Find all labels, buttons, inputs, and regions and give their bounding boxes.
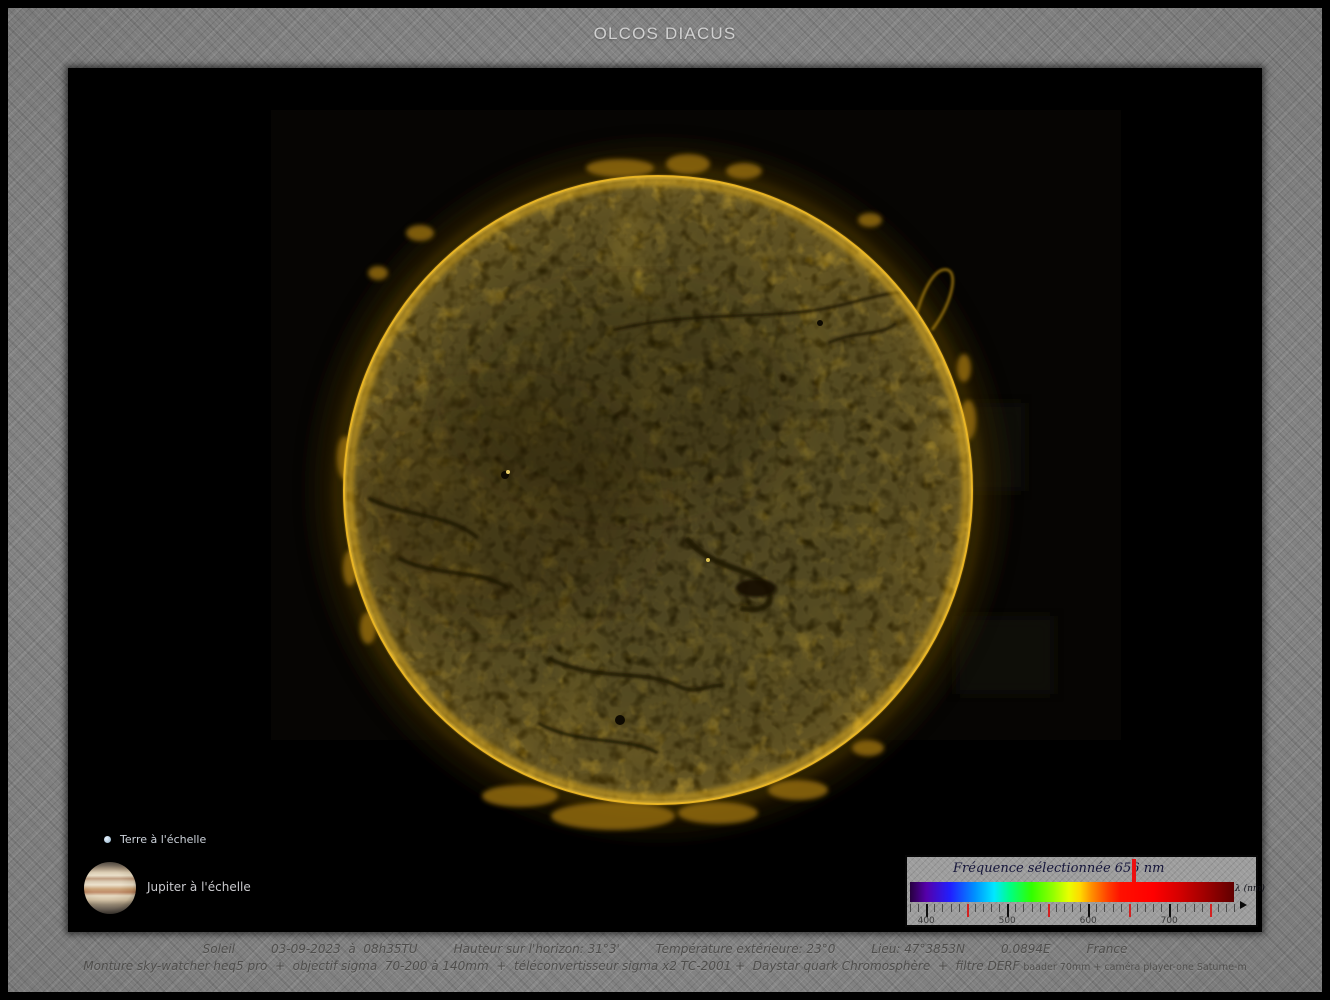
wavelength-axis-label: λ (nm) — [1235, 884, 1265, 894]
wavelength-tick — [1023, 904, 1025, 912]
earth-scale-dot — [104, 836, 111, 843]
photo-frame: OLCOS DIACUS Terre à l'échelle Jupiter à… — [8, 8, 1322, 992]
wavelength-tick — [1063, 904, 1065, 912]
wavelength-tick — [910, 904, 911, 912]
caption-segment: Soleil — [202, 942, 235, 956]
caption: Soleil 03-09-2023 à 08h35TU Hauteur sur l'… — [8, 942, 1322, 973]
wavelength-tick — [958, 904, 960, 912]
wavelength-tick — [1104, 904, 1106, 912]
wavelength-tick — [1031, 904, 1033, 912]
wavelength-tick — [1193, 904, 1195, 912]
wavelength-tick — [1201, 904, 1203, 912]
caption-segment: Lieu: 47°3853N — [871, 942, 965, 956]
wavelength-tick — [1072, 904, 1073, 912]
caption-line2: Monture sky-watcher heq5 pro + objectif … — [8, 959, 1322, 973]
sun-image — [271, 110, 1121, 830]
wavelength-tick — [942, 904, 944, 912]
wavelength-tick — [966, 904, 969, 917]
wavelength-tick — [999, 904, 1001, 912]
wavelength-tick — [1055, 904, 1057, 912]
jupiter-scale-label: Jupiter à l'échelle — [147, 880, 251, 894]
wavelength-tick-label: 400 — [917, 916, 935, 926]
wavelength-tick — [1225, 904, 1227, 912]
wavelength-tick — [1185, 904, 1187, 912]
solar-photograph: Terre à l'échelle Jupiter à l'échelle Fr… — [68, 68, 1265, 932]
wavelength-tick — [1047, 904, 1050, 917]
wavelength-tick — [950, 904, 952, 912]
wavelength-tick — [1144, 904, 1146, 912]
photo-title: OLCOS DIACUS — [593, 24, 737, 43]
wavelength-tick — [1217, 904, 1219, 912]
wavelength-tick — [991, 904, 992, 912]
wavelength-tick — [1177, 904, 1179, 912]
wavelength-tick — [1136, 904, 1138, 912]
wavelength-ruler: 400 500 600 700 — [910, 904, 1235, 928]
wavelength-tick — [1096, 904, 1098, 912]
axis-arrow-icon — [1240, 901, 1247, 909]
caption-segment: France — [1086, 942, 1128, 956]
wavelength-tick — [934, 904, 936, 912]
equipment-text-small: baader 70mm + caméra player-one Saturne-… — [1023, 962, 1247, 973]
caption-segment: 0.0894E — [1001, 942, 1051, 956]
wavelength-tick — [1234, 904, 1235, 912]
wavelength-tick — [1112, 904, 1114, 912]
wavelength-tick — [1039, 904, 1041, 912]
jupiter-scale-image — [84, 862, 136, 914]
wavelength-tick — [1209, 904, 1212, 917]
caption-segment: Température extérieure: 23°0 — [655, 942, 836, 956]
selected-frequency-marker — [1131, 859, 1136, 882]
caption-line1: Soleil 03-09-2023 à 08h35TU Hauteur sur l'… — [8, 942, 1322, 956]
wavelength-tick — [1161, 904, 1163, 912]
equipment-text: Monture sky-watcher heq5 pro + objectif … — [83, 959, 1024, 973]
wavelength-tick — [1080, 904, 1082, 912]
caption-segment: 03-09-2023 à 08h35TU — [270, 942, 418, 956]
caption-segment: Hauteur sur l'horizon: 31°3' — [453, 942, 620, 956]
wavelength-tick — [1128, 904, 1131, 917]
wavelength-tick — [1153, 904, 1154, 912]
wavelength-tick — [1120, 904, 1122, 912]
wavelength-tick-label: 500 — [998, 916, 1016, 926]
wavelength-tick — [918, 904, 920, 912]
earth-scale-label: Terre à l'échelle — [120, 833, 207, 846]
wavelength-tick-label: 700 — [1160, 916, 1178, 926]
wavelength-tick — [974, 904, 976, 912]
wavelength-tick — [982, 904, 984, 912]
wavelength-tick — [1015, 904, 1017, 912]
frequency-selector-panel: Fréquence sélectionnée 656 nm λ (nm) 400… — [905, 855, 1265, 928]
wavelength-tick-label: 600 — [1079, 916, 1097, 926]
spectrum-bar — [910, 882, 1234, 902]
